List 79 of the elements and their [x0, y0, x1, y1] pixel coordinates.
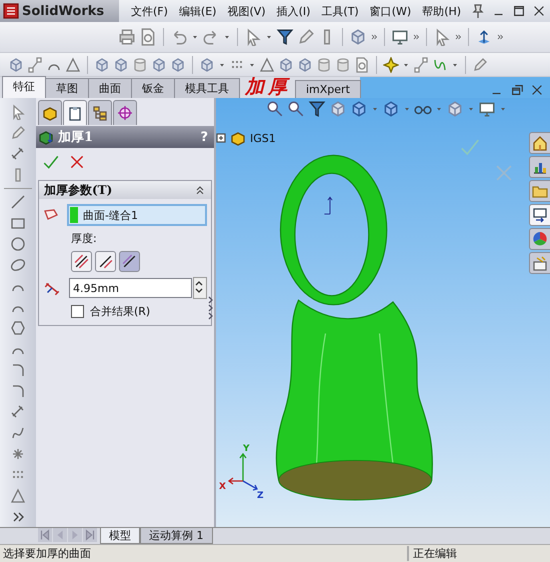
menu-item[interactable]: 窗口(W)	[370, 4, 412, 18]
tree-item[interactable]: IGS1	[250, 132, 276, 144]
status-mode: 正在编辑	[407, 546, 457, 561]
thickness-label: 厚度:	[70, 231, 98, 246]
page-icon[interactable]	[354, 56, 370, 72]
crosshair-icon[interactable]	[113, 100, 137, 125]
spline-icon[interactable]	[10, 425, 26, 441]
command-tab[interactable]: 钣金	[131, 78, 175, 98]
expand-icon[interactable]	[216, 133, 226, 143]
checkbox-label: 合并结果(R)	[90, 304, 150, 319]
nodes-icon[interactable]	[27, 56, 43, 72]
fillet-icon[interactable]	[10, 383, 26, 399]
command-tab[interactable]: 曲面	[88, 78, 132, 98]
magnify-icon[interactable]	[287, 100, 305, 118]
status-message: 选择要加厚的曲面	[3, 546, 91, 561]
home-icon[interactable]	[529, 132, 550, 154]
pin-icon[interactable]	[470, 3, 486, 19]
tree-icon[interactable]	[88, 100, 112, 125]
chart-icon[interactable]	[529, 156, 550, 178]
triangle-icon[interactable]	[65, 56, 81, 72]
screen-icon[interactable]	[391, 28, 409, 46]
dimension-icon[interactable]	[10, 404, 26, 420]
asterisk-icon[interactable]	[10, 446, 26, 462]
menu-item[interactable]: 工具(T)	[321, 4, 359, 18]
cylinder-icon[interactable]	[132, 56, 148, 72]
line-icon[interactable]	[10, 194, 26, 210]
bottom-tab[interactable]: 运动算例 1	[140, 528, 212, 544]
axis-label: X	[219, 482, 226, 492]
screen-icon[interactable]	[478, 100, 496, 118]
pencil-icon[interactable]	[472, 56, 488, 72]
cylinder-icon[interactable]	[316, 56, 332, 72]
thickness-side-button[interactable]	[71, 251, 92, 272]
close-icon[interactable]	[530, 83, 544, 97]
magnify-icon[interactable]	[266, 100, 284, 118]
sparkle-icon[interactable]	[383, 56, 399, 72]
triangle-icon[interactable]	[259, 56, 275, 72]
feature-title: 加厚1	[58, 129, 94, 146]
menu-item[interactable]: 插入(I)	[276, 4, 310, 18]
logo-icon	[3, 3, 19, 19]
thickness-field[interactable]: 4.95mm	[69, 278, 192, 298]
thickness-side-button[interactable]	[119, 251, 140, 272]
fillet-icon[interactable]	[10, 362, 26, 378]
bottom-tab[interactable]: 模型	[100, 528, 140, 544]
page-icon[interactable]	[139, 28, 157, 46]
restore-icon[interactable]	[510, 83, 524, 97]
cylinder-icon[interactable]	[335, 56, 351, 72]
collapse-icon[interactable]	[194, 184, 206, 196]
menu-item[interactable]: 编辑(E)	[178, 4, 216, 18]
menu-item[interactable]: 文件(F)	[131, 4, 168, 18]
thickness-side-button[interactable]	[95, 251, 116, 272]
command-tab[interactable]: 模具工具	[174, 78, 240, 98]
face-icon	[43, 207, 59, 223]
axis-label: Y	[243, 444, 250, 454]
hexagon-icon[interactable]	[10, 320, 26, 336]
menu-item[interactable]: 帮助(H)	[422, 4, 462, 18]
printer-icon[interactable]	[118, 28, 136, 46]
axis-label: Z	[257, 491, 264, 501]
group-title: 加厚参数(T)	[44, 182, 112, 198]
checkbox[interactable]	[71, 305, 84, 318]
triangle-icon[interactable]	[10, 488, 26, 504]
dimension-icon[interactable]	[10, 146, 26, 162]
color-wheel-icon[interactable]	[529, 228, 550, 250]
annotation: 加厚	[245, 77, 291, 98]
app-name: SolidWorks	[22, 4, 104, 18]
pencil-icon[interactable]	[10, 125, 26, 141]
check-icon[interactable]	[42, 153, 60, 171]
command-tab[interactable]: 草图	[45, 78, 89, 98]
maximize-icon[interactable]	[512, 3, 526, 19]
funnel-icon[interactable]	[308, 100, 326, 118]
command-tab[interactable]: 特征	[2, 76, 46, 98]
selection-list[interactable]: 曲面-缝合1	[67, 204, 207, 226]
nodes-icon[interactable]	[413, 56, 429, 72]
menu-item[interactable]: 视图(V)	[227, 4, 266, 18]
help-button[interactable]: ?	[200, 130, 208, 144]
spinner[interactable]	[193, 277, 207, 299]
command-tab[interactable]: imXpert	[295, 80, 361, 98]
panel-icon[interactable]	[529, 204, 550, 226]
clipboard-icon[interactable]	[63, 100, 87, 125]
funnel-icon[interactable]	[276, 28, 294, 46]
